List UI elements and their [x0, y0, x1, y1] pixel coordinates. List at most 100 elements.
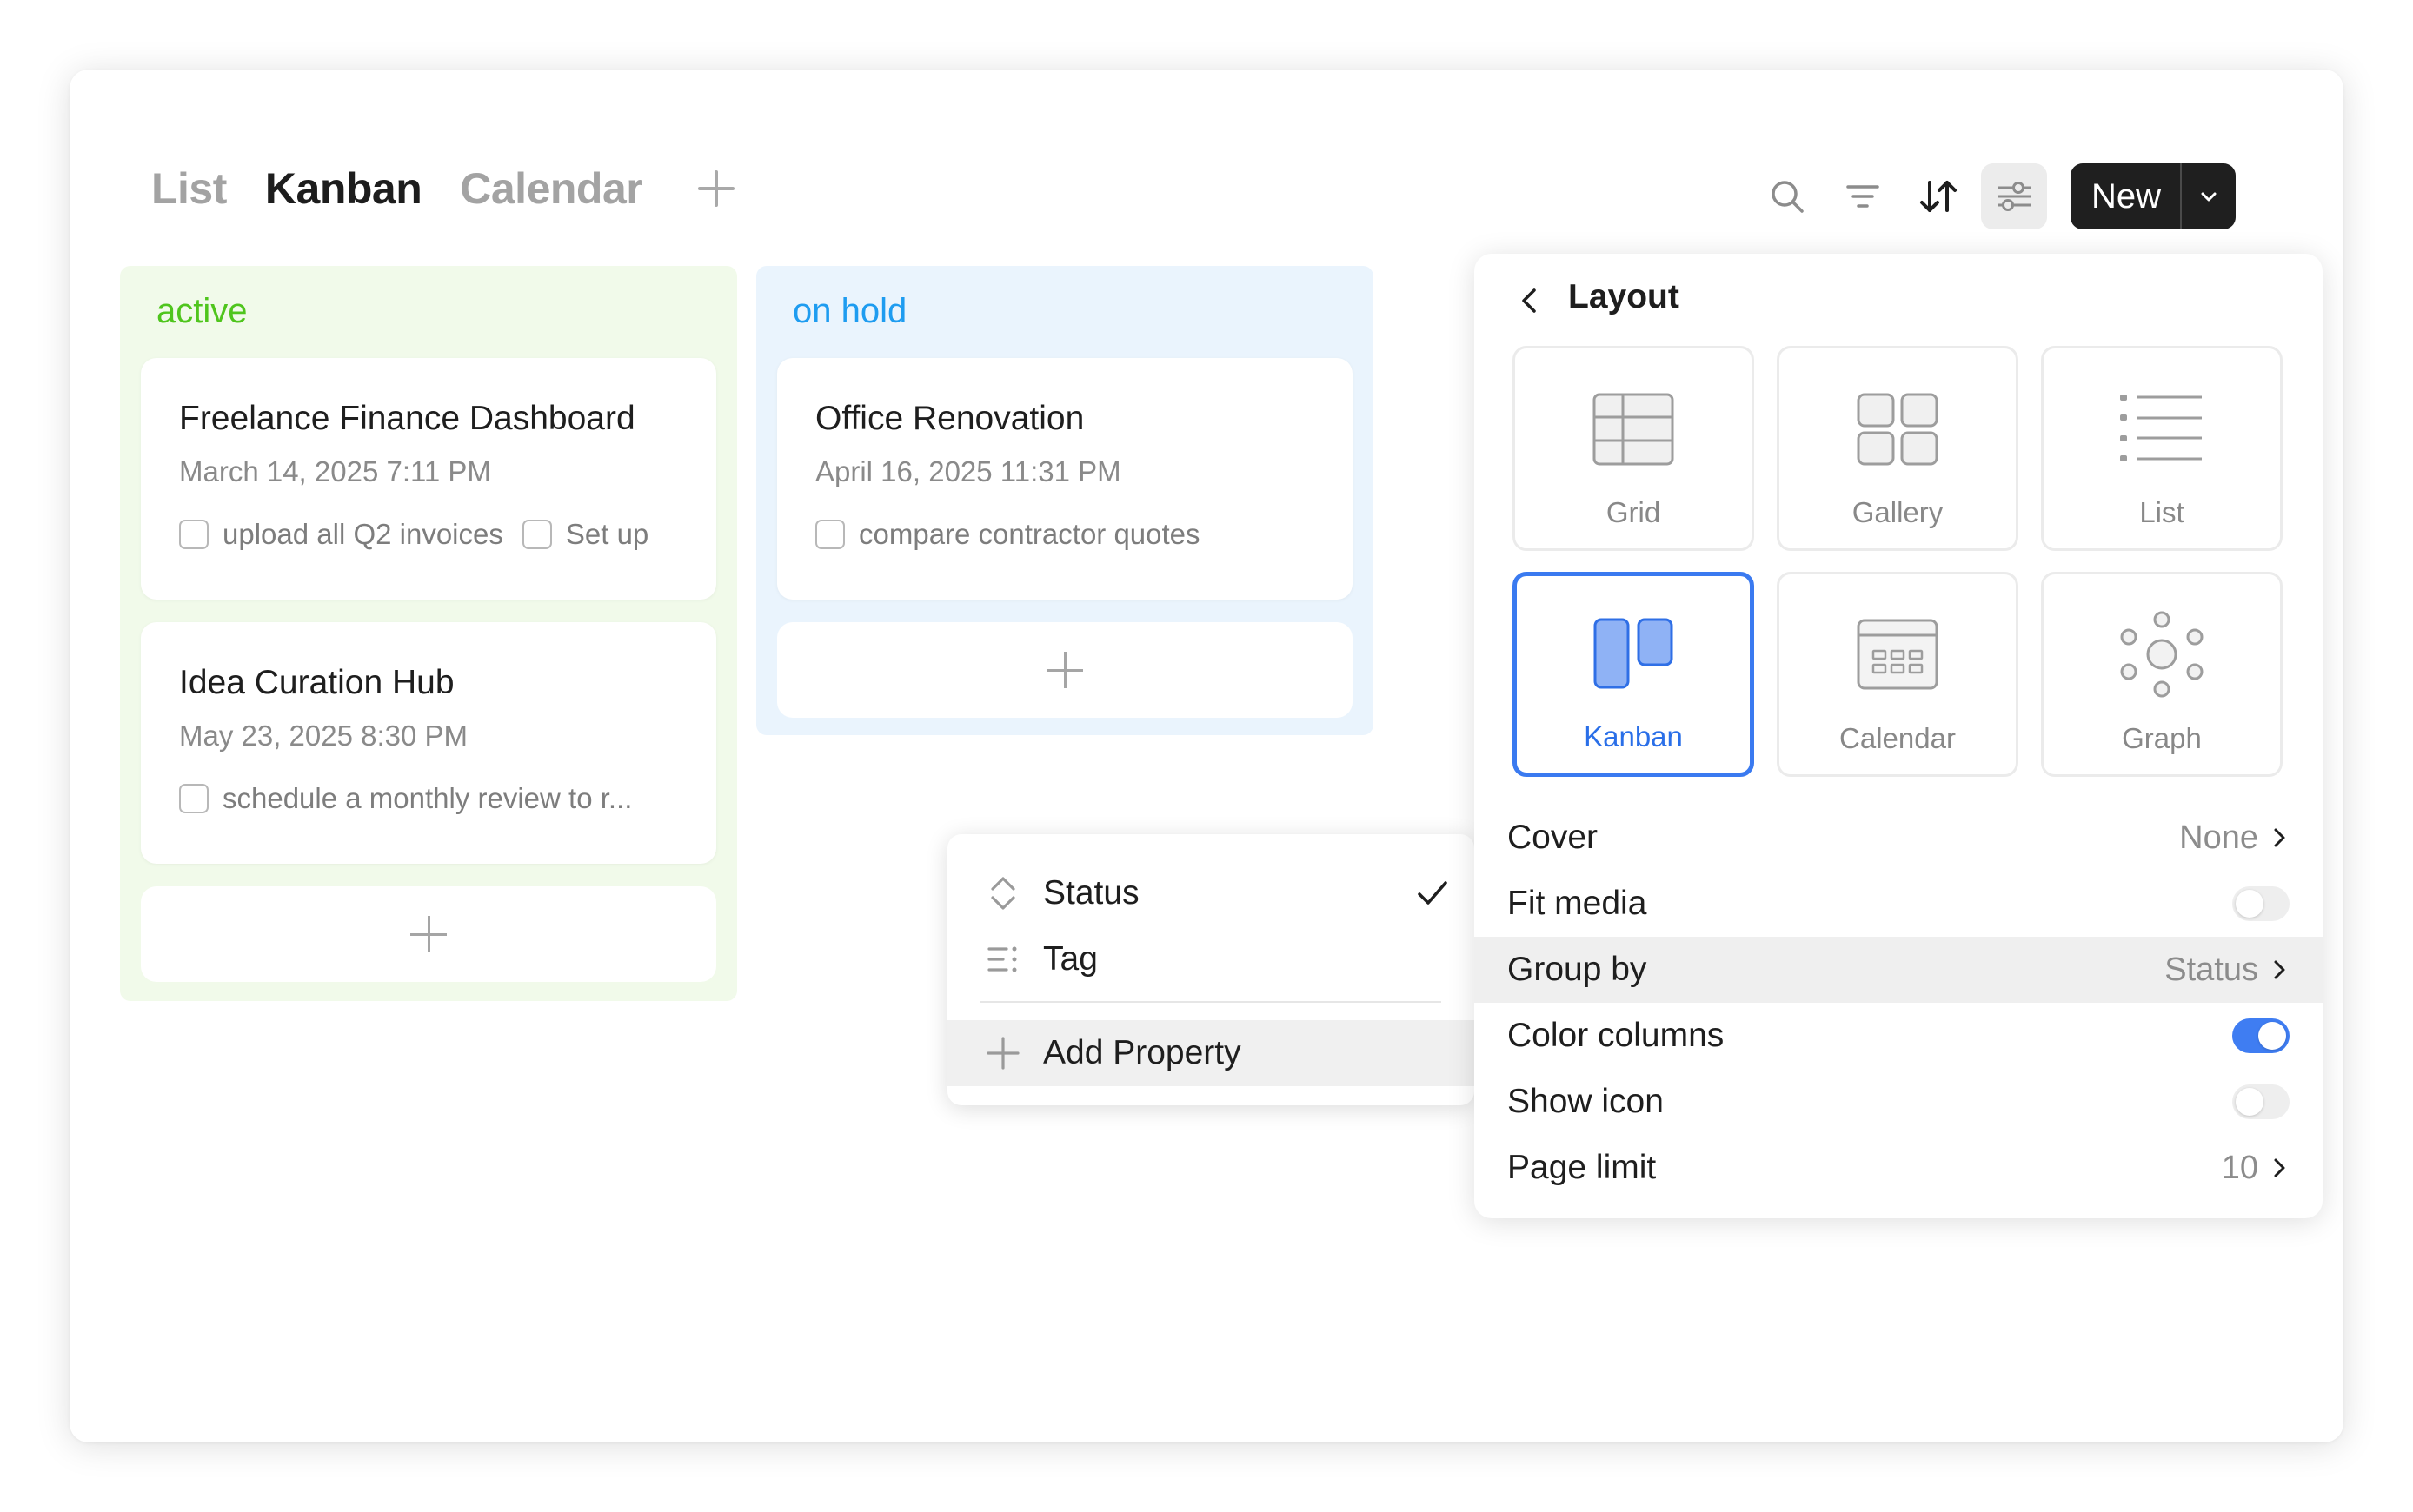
layout-option-calendar[interactable]: Calendar	[1777, 572, 2018, 777]
settings-sliders-icon	[1998, 182, 2031, 211]
tab-kanban[interactable]: Kanban	[265, 163, 422, 214]
layout-option-kanban[interactable]: Kanban	[1512, 572, 1754, 777]
fit-media-toggle[interactable]	[2232, 886, 2290, 921]
task-item: schedule a monthly review to r...	[179, 782, 632, 815]
task-item: upload all Q2 invoices	[179, 518, 503, 551]
task-checkbox[interactable]	[522, 520, 552, 549]
layout-option-label: Kanban	[1584, 720, 1683, 753]
task-label: schedule a monthly review to r...	[223, 782, 633, 814]
setting-fit-media: Fit media	[1474, 871, 2323, 937]
task-checkbox[interactable]	[179, 520, 209, 549]
show-icon-toggle[interactable]	[2232, 1084, 2290, 1119]
task-checkbox[interactable]	[815, 520, 845, 549]
layout-option-label: List	[2139, 496, 2184, 528]
card-tasks: upload all Q2 invoices Set up	[179, 514, 716, 554]
search-icon	[1772, 181, 1804, 213]
column-title: on hold	[793, 292, 907, 330]
layout-settings-button[interactable]	[1981, 163, 2047, 229]
setting-value: None	[2179, 819, 2258, 856]
new-dropdown-toggle[interactable]	[2180, 163, 2236, 229]
grid-icon	[1592, 393, 1674, 466]
up-down-chevron-icon	[984, 874, 1022, 912]
card-title: Idea Curation Hub	[179, 664, 455, 701]
new-button[interactable]: New	[2071, 163, 2237, 229]
task-checkbox[interactable]	[179, 784, 209, 813]
menu-item-tag[interactable]: Tag	[947, 926, 1474, 992]
task-item: Set up	[522, 518, 648, 551]
view-tabs: List Kanban Calendar	[151, 156, 736, 221]
menu-divider	[980, 1001, 1441, 1003]
tab-list[interactable]: List	[151, 163, 227, 214]
menu-item-label: Tag	[1043, 940, 1098, 978]
layout-option-label: Calendar	[1839, 722, 1956, 754]
kanban-column-active: active Freelance Finance Dashboard March…	[120, 266, 737, 1001]
filter-icon	[1846, 185, 1879, 208]
add-property-button[interactable]: Add Property	[947, 1020, 1474, 1086]
kanban-card[interactable]: Idea Curation Hub May 23, 2025 8:30 PM s…	[141, 622, 716, 864]
plus-icon	[410, 916, 447, 952]
setting-page-limit[interactable]: Page limit 10	[1474, 1135, 2323, 1201]
setting-value: Status	[2164, 951, 2258, 988]
task-item: compare contractor quotes	[815, 518, 1200, 551]
setting-label: Fit media	[1507, 885, 1647, 922]
checkmark-icon	[1418, 881, 1447, 905]
add-card-button[interactable]	[777, 622, 1353, 718]
setting-show-icon: Show icon	[1474, 1069, 2323, 1135]
plus-icon	[1047, 652, 1083, 688]
layout-option-label: Gallery	[1851, 496, 1944, 528]
sort-button[interactable]	[1905, 163, 1971, 229]
chevron-right-icon	[2274, 1158, 2285, 1177]
chevron-down-icon	[2201, 192, 2217, 202]
setting-color-columns: Color columns	[1474, 1003, 2323, 1069]
kanban-card[interactable]: Office Renovation April 16, 2025 11:31 P…	[777, 358, 1353, 600]
setting-label: Page limit	[1507, 1149, 1657, 1186]
panel-title: Layout	[1568, 278, 1679, 315]
chevron-right-icon	[2274, 960, 2285, 979]
sort-icon	[1920, 181, 1957, 212]
list-icon	[984, 940, 1022, 978]
setting-value: 10	[2221, 1149, 2258, 1186]
chevron-left-icon[interactable]	[1512, 283, 1547, 318]
card-tasks: schedule a monthly review to r...	[179, 779, 716, 819]
card-title: Freelance Finance Dashboard	[179, 400, 635, 437]
app-window: List Kanban Calendar New active Freelanc…	[70, 70, 2343, 1442]
color-columns-toggle[interactable]	[2232, 1018, 2290, 1053]
task-label: upload all Q2 invoices	[223, 518, 503, 550]
search-button[interactable]	[1754, 163, 1820, 229]
add-view-icon[interactable]	[696, 169, 736, 209]
layout-option-graph[interactable]: Graph	[2041, 572, 2283, 777]
setting-cover[interactable]: Cover None	[1474, 805, 2323, 871]
tab-calendar[interactable]: Calendar	[460, 163, 642, 214]
card-date: April 16, 2025 11:31 PM	[815, 455, 1121, 487]
layout-option-gallery[interactable]: Gallery	[1777, 346, 2018, 551]
kanban-icon	[1593, 618, 1673, 689]
kanban-column-on-hold: on hold Office Renovation April 16, 2025…	[756, 266, 1373, 735]
layout-option-list[interactable]: List	[2041, 346, 2283, 551]
kanban-card[interactable]: Freelance Finance Dashboard March 14, 20…	[141, 358, 716, 600]
chevron-right-icon	[2274, 828, 2285, 847]
card-title: Office Renovation	[815, 400, 1085, 437]
plus-icon	[984, 1034, 1022, 1072]
toolbar: New	[1754, 163, 2237, 229]
setting-label: Group by	[1507, 951, 1647, 988]
add-card-button[interactable]	[141, 886, 716, 982]
layout-option-label: Graph	[2122, 722, 2202, 754]
task-label: Set up	[565, 518, 649, 550]
filter-button[interactable]	[1830, 163, 1896, 229]
setting-group-by[interactable]: Group by Status	[1474, 937, 2323, 1003]
gallery-icon	[1857, 393, 1938, 466]
add-property-label: Add Property	[1043, 1034, 1241, 1071]
group-by-menu: Status Tag Add Property	[947, 834, 1474, 1105]
setting-label: Show icon	[1507, 1083, 1664, 1120]
menu-item-label: Status	[1043, 874, 1140, 912]
calendar-icon	[1857, 619, 1938, 690]
column-title: active	[156, 292, 248, 330]
card-tasks: compare contractor quotes	[815, 514, 1353, 554]
layout-option-grid[interactable]: Grid	[1512, 346, 1754, 551]
menu-item-status[interactable]: Status	[947, 860, 1474, 926]
new-button-label[interactable]: New	[2071, 163, 2180, 229]
setting-label: Cover	[1507, 819, 1599, 856]
setting-label: Color columns	[1507, 1017, 1725, 1054]
list-layout-icon	[2120, 395, 2202, 461]
layout-option-label: Grid	[1605, 496, 1661, 528]
